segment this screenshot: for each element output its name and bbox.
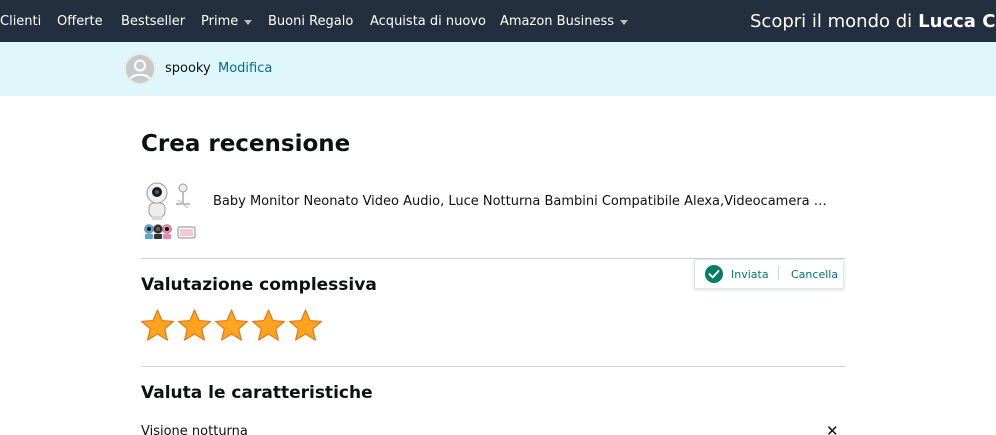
chevron-down-icon — [244, 19, 253, 25]
nav-item-offerte[interactable]: Offerte — [57, 0, 103, 42]
promo-highlight: Lucca Cor — [918, 10, 996, 32]
star-icon[interactable] — [288, 308, 323, 342]
features-title: Valuta le caratteristiche — [141, 383, 373, 403]
status-separator — [778, 266, 779, 280]
rating-status-label: Inviata — [731, 268, 769, 281]
nav-item-acquista-di-nuovo[interactable]: Acquista di nuovo — [370, 0, 486, 42]
rating-status-box: Inviata Cancella — [694, 259, 844, 289]
nav-item-prime-label: Prime — [201, 13, 239, 29]
nav-item-prime[interactable]: Prime — [201, 0, 253, 42]
nav-item-clienti[interactable]: Clienti — [0, 0, 41, 42]
close-icon[interactable]: ✕ — [826, 424, 839, 435]
product-image — [140, 178, 198, 242]
profile-band: spooky Modifica — [0, 42, 996, 96]
section-divider — [141, 366, 845, 367]
nav-item-amazon-business-label: Amazon Business — [500, 13, 614, 29]
top-nav-bar: Clienti Offerte Bestseller Prime Buoni R… — [0, 0, 996, 42]
promo-text: Scopri il mondo di — [750, 10, 913, 32]
edit-profile-link[interactable]: Modifica — [218, 61, 272, 76]
nav-item-buoni-regalo[interactable]: Buoni Regalo — [268, 0, 353, 42]
user-icon — [129, 59, 151, 81]
product-title[interactable]: Baby Monitor Neonato Video Audio, Luce N… — [213, 194, 833, 209]
chevron-down-icon — [620, 19, 628, 25]
check-circle-icon — [705, 265, 723, 283]
star-icon[interactable] — [214, 308, 249, 342]
star-icon[interactable] — [140, 308, 175, 342]
cancel-rating-link[interactable]: Cancella — [791, 268, 838, 281]
feature-label-night-vision: Visione notturna — [141, 424, 248, 435]
star-icon[interactable] — [177, 308, 212, 342]
page-title: Crea recensione — [141, 131, 351, 157]
profile-username: spooky — [165, 61, 211, 76]
avatar — [124, 53, 156, 85]
nav-item-bestseller[interactable]: Bestseller — [121, 0, 185, 42]
star-icon[interactable] — [251, 308, 286, 342]
nav-item-amazon-business[interactable]: Amazon Business — [500, 0, 628, 42]
promo-banner[interactable]: Scopri il mondo di Lucca Cor — [750, 0, 996, 42]
overall-rating-title: Valutazione complessiva — [141, 275, 377, 295]
